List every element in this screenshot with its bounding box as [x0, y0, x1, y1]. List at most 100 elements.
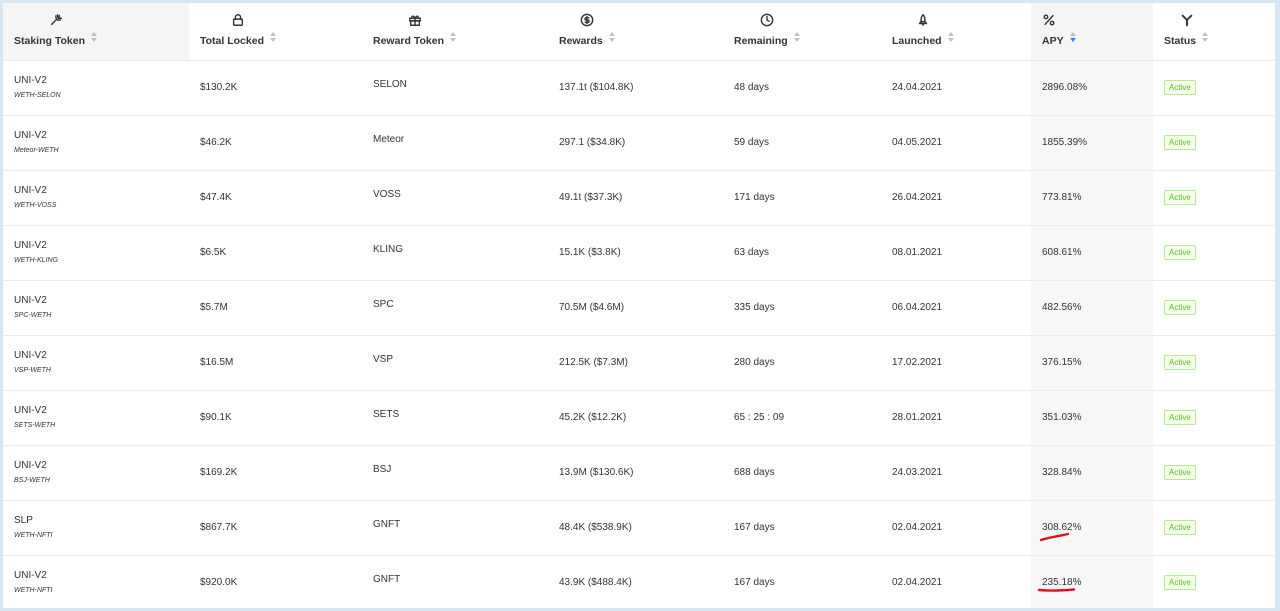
table-row[interactable]: SLP WETH-NFTI $867.7K GNFT 48.4K ($538.9K) 16…: [3, 500, 1275, 556]
status-cell: Active: [1153, 500, 1275, 556]
remaining-cell: 280 days: [723, 335, 881, 391]
table-row[interactable]: UNI-V2 BSJ-WETH $169.2K BSJ 13.9M ($130.6K) 6…: [3, 445, 1275, 501]
table-row[interactable]: UNI-V2 SETS-WETH $90.1K SETS 45.2K ($12.2K) 6…: [3, 390, 1275, 446]
remaining-cell: 63 days: [723, 225, 881, 281]
column-header-launched[interactable]: Launched: [881, 3, 1031, 61]
launched-cell: 26.04.2021: [881, 170, 1031, 226]
column-label: Staking Token: [14, 34, 85, 47]
sort-arrows-icon[interactable]: [1202, 31, 1209, 44]
reward-token-cell: GNFT: [362, 500, 548, 556]
table-row[interactable]: UNI-V2 Meteor-WETH $46.2K Meteor 297.1 ($34.…: [3, 115, 1275, 171]
rewards-cell: 212.5K ($7.3M): [548, 335, 723, 391]
reward-token-cell: BSJ: [362, 445, 548, 501]
total-locked-cell: $90.1K: [189, 390, 362, 446]
sort-arrows-icon[interactable]: [1069, 31, 1077, 44]
reward-token-cell: KLING: [362, 225, 548, 281]
table-row[interactable]: UNI-V2 WETH-NFTI $920.0K GNFT 43.9K ($488.4K…: [3, 555, 1275, 608]
sort-arrows-icon[interactable]: [793, 31, 801, 44]
launched-cell: 02.04.2021: [881, 500, 1031, 556]
staking-token-pair: WETH-NFTI: [14, 586, 53, 594]
remaining-cell: 65 : 25 : 09: [723, 390, 881, 446]
staking-token-name: UNI-V2: [14, 239, 47, 251]
reward-token-name: GNFT: [373, 519, 401, 530]
table-row[interactable]: UNI-V2 WETH-SELON $130.2K SELON 137.1t ($104…: [3, 60, 1275, 116]
staking-token-name: UNI-V2: [14, 184, 47, 196]
rewards-cell: 13.9M ($130.6K): [548, 445, 723, 501]
total-locked-cell: $5.7M: [189, 280, 362, 336]
staking-token-cell: UNI-V2 WETH-VOSS: [3, 170, 189, 226]
staking-pools-table: Staking Token Total Locked Reward Token …: [3, 3, 1275, 608]
column-header-total-locked[interactable]: Total Locked: [189, 3, 362, 61]
status-cell: Active: [1153, 115, 1275, 171]
apy-cell: 351.03%: [1031, 390, 1153, 446]
reward-token-name: KLING: [373, 244, 404, 255]
apy-cell: 235.18%: [1031, 555, 1153, 608]
staking-token-cell: UNI-V2 WETH-NFTI: [3, 555, 189, 608]
column-header-remaining[interactable]: Remaining: [723, 3, 881, 61]
staking-token-name: UNI-V2: [14, 569, 47, 581]
rewards-cell: 48.4K ($538.9K): [548, 500, 723, 556]
total-locked-cell: $47.4K: [189, 170, 362, 226]
status-cell: Active: [1153, 60, 1275, 116]
staking-token-cell: SLP WETH-NFTI: [3, 500, 189, 556]
staking-token-pair: WETH-VOSS: [14, 201, 57, 209]
sort-arrows-icon[interactable]: [269, 31, 277, 44]
column-header-status[interactable]: Status: [1153, 3, 1275, 61]
staking-token-name: UNI-V2: [14, 74, 47, 86]
launched-cell: 28.01.2021: [881, 390, 1031, 446]
sort-arrows-icon[interactable]: [450, 31, 457, 44]
staking-token-pair: BSJ-WETH: [14, 476, 50, 484]
launched-cell: 06.04.2021: [881, 280, 1031, 336]
remaining-cell: 688 days: [723, 445, 881, 501]
table-row[interactable]: UNI-V2 WETH-VOSS $47.4K VOSS 49.1t ($37.3K) 1…: [3, 170, 1275, 226]
sort-arrows-icon[interactable]: [947, 31, 955, 44]
staking-token-cell: UNI-V2 Meteor-WETH: [3, 115, 189, 171]
apy-cell: 328.84%: [1031, 445, 1153, 501]
reward-token-cell: SETS: [362, 390, 548, 446]
remaining-cell: 59 days: [723, 115, 881, 171]
table-row[interactable]: UNI-V2 WETH-KLING $6.5K KLING 15.1K ($3.8K) 6…: [3, 225, 1275, 281]
table-header-row: Staking Token Total Locked Reward Token …: [3, 3, 1275, 61]
status-badge: Active: [1164, 520, 1196, 535]
staking-token-cell: UNI-V2 WETH-KLING: [3, 225, 189, 281]
reward-token-name: GNFT: [373, 574, 401, 585]
launched-cell: 02.04.2021: [881, 555, 1031, 608]
status-badge: Active: [1164, 355, 1196, 370]
remaining-cell: 48 days: [723, 60, 881, 116]
sort-arrows-icon[interactable]: [90, 31, 98, 44]
status-cell: Active: [1153, 390, 1275, 446]
rocket-icon: [892, 13, 955, 31]
column-header-apy[interactable]: APY: [1031, 3, 1153, 61]
status-badge: Active: [1164, 245, 1196, 260]
staking-token-pair: WETH-SELON: [14, 91, 61, 99]
sort-arrows-icon[interactable]: [608, 31, 616, 44]
status-badge: Active: [1164, 575, 1196, 590]
column-header-rewards[interactable]: Rewards: [548, 3, 723, 61]
fork-icon: [14, 13, 98, 31]
apy-cell: 1855.39%: [1031, 115, 1153, 171]
status-badge: Active: [1164, 135, 1196, 150]
rewards-cell: 297.1 ($34.8K): [548, 115, 723, 171]
reward-token-cell: VOSS: [362, 170, 548, 226]
staking-token-cell: UNI-V2 BSJ-WETH: [3, 445, 189, 501]
remaining-cell: 335 days: [723, 280, 881, 336]
total-locked-cell: $6.5K: [189, 225, 362, 281]
staking-token-name: UNI-V2: [14, 459, 47, 471]
table-row[interactable]: UNI-V2 VSP-WETH $16.5M VSP 212.5K ($7.3M) 280…: [3, 335, 1275, 391]
column-header-reward-token[interactable]: Reward Token: [362, 3, 548, 61]
lock-icon: [200, 13, 277, 31]
status-cell: Active: [1153, 335, 1275, 391]
column-header-staking-token[interactable]: Staking Token: [3, 3, 189, 61]
launched-cell: 17.02.2021: [881, 335, 1031, 391]
remaining-cell: 167 days: [723, 500, 881, 556]
staking-token-name: UNI-V2: [14, 404, 47, 416]
launched-cell: 08.01.2021: [881, 225, 1031, 281]
column-label: Total Locked: [200, 34, 264, 47]
column-label: Reward Token: [373, 34, 444, 47]
status-cell: Active: [1153, 225, 1275, 281]
table-row[interactable]: UNI-V2 SPC-WETH $5.7M SPC 70.5M ($4.6M) 335 d…: [3, 280, 1275, 336]
apy-cell: 308.62%: [1031, 500, 1153, 556]
clock-icon: [734, 13, 801, 31]
total-locked-cell: $16.5M: [189, 335, 362, 391]
status-badge: Active: [1164, 190, 1196, 205]
